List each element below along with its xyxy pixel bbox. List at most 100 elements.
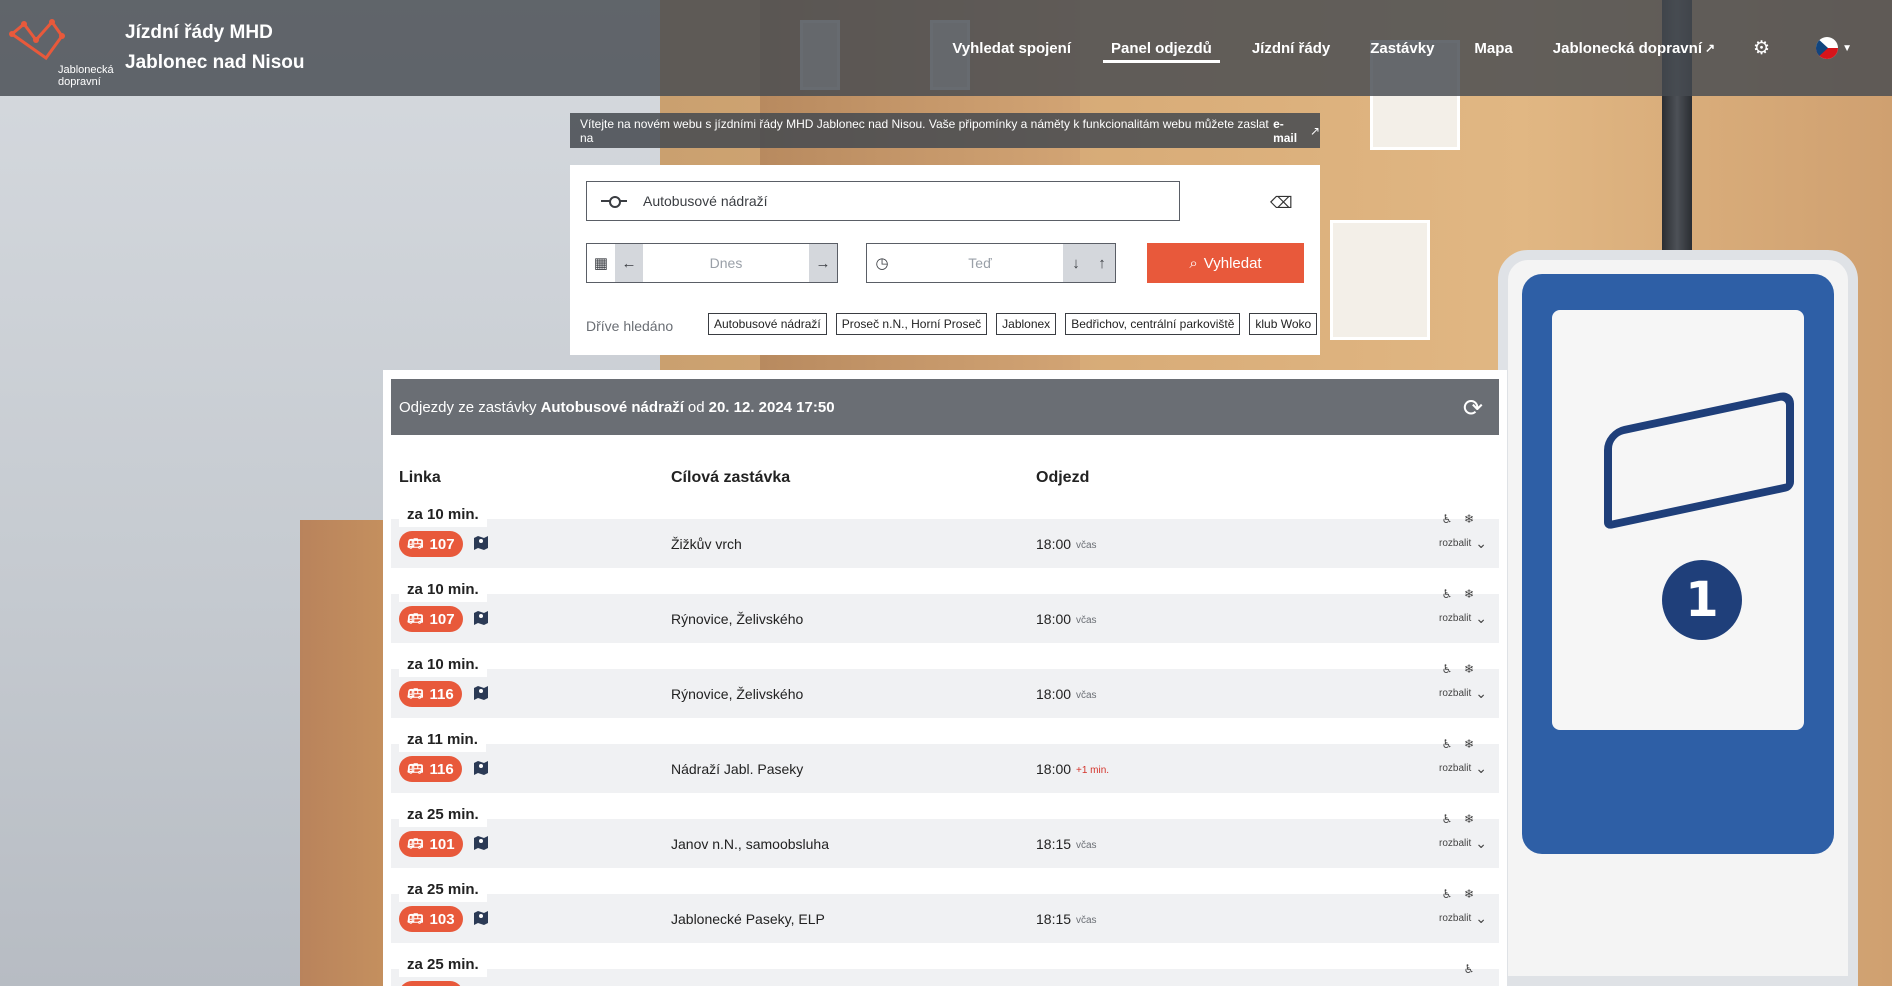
departures-header-prefix: Odjezdy ze zastávky: [399, 398, 537, 416]
gear-icon[interactable]: ⚙: [1735, 37, 1788, 60]
departures-header: Odjezdy ze zastávky Autobusové nádraží o…: [391, 379, 1499, 435]
eta-label: za 25 min.: [399, 803, 487, 827]
delay-status: včas: [1076, 840, 1097, 851]
departure-time: 18:00: [1036, 761, 1072, 777]
departures-header-mid: od: [687, 398, 705, 416]
delay-status: včas: [1076, 615, 1097, 626]
expand-button[interactable]: rozbalit ⌄: [1439, 685, 1487, 702]
map-icon[interactable]: [473, 535, 489, 551]
app-title-line2: Jablonec nad Nisou: [125, 52, 305, 73]
logo-text-line1: Jablonecká: [58, 64, 114, 76]
eta-label: za 11 min.: [399, 728, 486, 752]
line-badge[interactable]: 🚌︎ 116: [399, 756, 462, 782]
time-down-button[interactable]: ↓: [1063, 244, 1089, 282]
history-chip[interactable]: Jablonex: [996, 313, 1057, 335]
history-chip[interactable]: klub Woko: [1249, 313, 1318, 335]
nav-jablonecka-dopravni-label: Jablonecká dopravní: [1552, 39, 1702, 57]
search-button[interactable]: ⌕ Vyhledat: [1147, 243, 1304, 283]
row-features: ♿︎: [1461, 961, 1477, 977]
column-line: Linka: [399, 469, 441, 486]
czech-flag-icon[interactable]: [1816, 37, 1839, 59]
map-icon[interactable]: [473, 610, 489, 626]
nav-jablonecka-dopravni[interactable]: Jablonecká dopravní ↗: [1533, 0, 1735, 96]
main-nav: Vyhledat spojení Panel odjezdů Jízdní řá…: [932, 0, 1892, 96]
line-number: 116: [429, 760, 454, 778]
expand-button[interactable]: rozbalit ⌄: [1439, 610, 1487, 627]
map-icon[interactable]: [473, 910, 489, 926]
destination: Rýnovice, Želivského: [671, 611, 804, 627]
notice-email-link[interactable]: e-mail: [1273, 117, 1307, 145]
row-band: [391, 669, 1499, 718]
map-icon[interactable]: [473, 835, 489, 851]
history-chip[interactable]: Autobusové nádraží: [708, 313, 827, 335]
refresh-icon[interactable]: ⟳: [1463, 394, 1483, 423]
row-band: [391, 894, 1499, 943]
map-icon[interactable]: [473, 760, 489, 776]
history-chip[interactable]: Proseč n.N., Horní Proseč: [835, 313, 988, 335]
table-row[interactable]: za 10 min. 🚌︎ 116 Rýnovice, Želivského 1…: [391, 653, 1499, 728]
date-next-button[interactable]: →: [809, 244, 837, 282]
expand-button[interactable]: rozbalit ⌄: [1439, 835, 1487, 852]
air-conditioning-icon: ❄: [1463, 512, 1475, 526]
table-row[interactable]: za 25 min. 🚌︎ 103 Proseč n.N., Horní Pro…: [391, 953, 1499, 986]
line-badge[interactable]: 🚌︎ 107: [399, 531, 463, 557]
time-picker: ◷ Teď ↓ ↑: [866, 243, 1116, 283]
stop-icon: [601, 195, 627, 208]
chevron-down-icon[interactable]: ▼: [1842, 43, 1852, 54]
row-features: ♿︎ ❄: [1439, 736, 1477, 752]
line-badge[interactable]: 🚌︎ 107: [399, 606, 463, 632]
table-row[interactable]: za 10 min. 🚌︎ 107 Žižkův vrch 18:00 včas…: [391, 503, 1499, 578]
table-row[interactable]: za 25 min. 🚌︎ 101 Janov n.N., samoobsluh…: [391, 803, 1499, 878]
expand-label: rozbalit: [1439, 913, 1472, 924]
app-title[interactable]: Jízdní řády MHD Jablonec nad Nisou: [125, 18, 304, 78]
stop-input[interactable]: Autobusové nádraží: [586, 181, 1180, 221]
logo[interactable]: Jablonecká dopravní: [8, 18, 114, 88]
eta-label: za 25 min.: [399, 878, 487, 902]
table-row[interactable]: za 11 min. 🚌︎ 116 Nádraží Jabl. Paseky 1…: [391, 728, 1499, 803]
destination: Žižkův vrch: [671, 536, 742, 552]
wheelchair-icon: ♿︎: [1463, 962, 1475, 976]
expand-button[interactable]: rozbalit ⌄: [1439, 535, 1487, 552]
eta-label: za 25 min.: [399, 953, 487, 977]
destination: Nádraží Jabl. Paseky: [671, 761, 804, 777]
date-prev-button[interactable]: ←: [615, 244, 643, 282]
chevron-down-icon: ⌄: [1475, 685, 1487, 701]
line-badge[interactable]: 🚌︎ 103: [399, 906, 463, 932]
table-row[interactable]: za 25 min. 🚌︎ 103 Jablonecké Paseky, ELP…: [391, 878, 1499, 953]
time-input[interactable]: Teď: [897, 244, 1063, 282]
table-row[interactable]: za 10 min. 🚌︎ 107 Rýnovice, Želivského 1…: [391, 578, 1499, 653]
history-chip[interactable]: Bedřichov, centrální parkoviště: [1065, 313, 1241, 335]
time-up-button[interactable]: ↑: [1089, 244, 1115, 282]
row-band: [391, 744, 1499, 793]
nav-panel-odjezdu[interactable]: Panel odjezdů: [1091, 0, 1232, 96]
nav-jizdni-rady[interactable]: Jízdní řády: [1232, 0, 1350, 96]
destination: Jablonecké Paseky, ELP: [671, 911, 825, 927]
logo-text-line2: dopravní: [58, 76, 101, 88]
clock-icon[interactable]: ◷: [867, 244, 897, 282]
expand-label: rozbalit: [1439, 538, 1472, 549]
line-badge[interactable]: 🚌︎ 116: [399, 681, 462, 707]
line-badge[interactable]: 🚌︎ 101: [399, 831, 463, 857]
row-band: [391, 819, 1499, 868]
notice-text: Vítejte na novém webu s jízdními řády MH…: [580, 116, 1269, 145]
eraser-icon[interactable]: ⌫: [1270, 193, 1293, 213]
date-input[interactable]: Dnes: [643, 244, 809, 282]
expand-label: rozbalit: [1439, 613, 1472, 624]
nav-vyhledat-spojeni[interactable]: Vyhledat spojení: [932, 0, 1091, 96]
expand-button[interactable]: rozbalit ⌄: [1439, 760, 1487, 777]
search-panel: Autobusové nádraží ⌫ ▦ ← Dnes → ◷ Teď ↓ …: [570, 165, 1320, 355]
departures-stop-name: Autobusové nádraží: [540, 398, 684, 416]
departure-time: 18:00: [1036, 611, 1072, 627]
line-number: 103: [429, 910, 455, 928]
map-icon[interactable]: [473, 685, 489, 701]
row-band: [391, 594, 1499, 643]
line-badge[interactable]: 🚌︎ 103: [399, 981, 463, 986]
calendar-icon[interactable]: ▦: [587, 244, 615, 282]
nav-zastavky[interactable]: Zastávky: [1350, 0, 1454, 96]
expand-button[interactable]: rozbalit ⌄: [1439, 910, 1487, 927]
nav-mapa[interactable]: Mapa: [1454, 0, 1532, 96]
notice-banner: Vítejte na novém webu s jízdními řády MH…: [570, 113, 1320, 148]
wheelchair-icon: ♿︎: [1441, 887, 1453, 901]
row-features: ♿︎ ❄: [1439, 511, 1477, 527]
wheelchair-icon: ♿︎: [1441, 587, 1453, 601]
